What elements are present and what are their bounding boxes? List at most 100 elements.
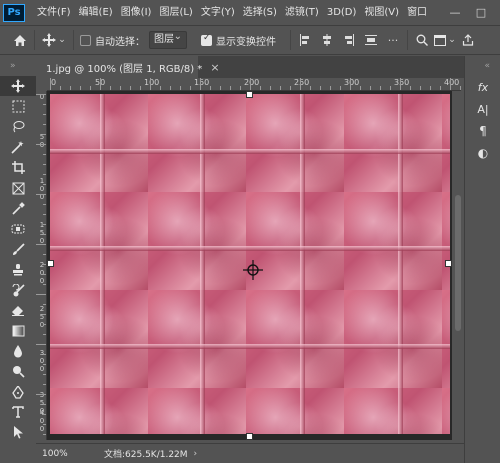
menu-filter[interactable]: 滤镜(T) [281,0,323,25]
frame-tool-button[interactable] [0,178,36,198]
home-icon[interactable] [12,31,28,49]
align-left-icon[interactable] [297,31,313,49]
ruler-top: 0 50 100 150 200 250 300 350 400 450 [47,78,461,91]
share-icon[interactable] [460,31,476,49]
photoshop-logo: Ps [3,3,25,22]
menu-type[interactable]: 文字(Y) [197,0,239,25]
status-menu-icon[interactable]: › [194,449,198,459]
ruler-tick [70,86,71,90]
ruler-tick [200,78,201,90]
ruler-tick [43,424,46,425]
gradient-tool-button[interactable] [0,321,36,341]
menu-window[interactable]: 窗口 [403,0,431,25]
ruler-left-label: 5 0 [39,133,45,149]
auto-select-target-dropdown[interactable]: 图层 [149,29,187,49]
magic-wand-tool-button[interactable] [0,137,36,157]
healing-brush-tool-button[interactable] [0,219,36,239]
marquee-tool-button[interactable] [0,96,36,116]
ruler-corner [36,78,47,91]
more-options-icon[interactable]: ··· [385,31,401,49]
show-transform-checkbox[interactable] [201,33,212,46]
character-panel-icon[interactable]: A| [465,98,500,120]
menu-image[interactable]: 图像(I) [117,0,156,25]
ruler-tick [240,86,241,90]
tools-panel [0,76,36,443]
auto-select-checkbox[interactable] [80,34,91,46]
adjustments-panel-icon[interactable]: ◐ [465,142,500,164]
distribute-icon[interactable] [363,31,379,49]
clone-stamp-tool-button[interactable] [0,260,36,280]
ruler-tick [43,214,46,215]
minimize-button[interactable]: — [446,0,464,25]
ruler-tick [390,86,391,90]
canvas-area[interactable] [47,91,452,440]
ruler-tick [43,174,46,175]
ruler-tick [43,254,46,255]
ruler-top-label: 200 [244,78,260,87]
transform-handle-right[interactable] [445,260,452,267]
scrollbar-thumb[interactable] [455,195,461,331]
pen-tool-button[interactable] [0,382,36,402]
move-tool-icon[interactable] [41,31,57,49]
crosshair-icon [243,260,263,280]
workspace-icon[interactable] [432,31,448,49]
document-tab-row: 1.jpg @ 100% (图层 1, RGB/8) * × [36,56,464,78]
blur-tool-button[interactable] [0,341,36,361]
transform-handle-left[interactable] [47,260,54,267]
paragraph-panel-icon[interactable]: ¶ [465,120,500,142]
zoom-level[interactable]: 100% [36,449,82,459]
menu-edit[interactable]: 编辑(E) [75,0,117,25]
type-tool-button[interactable] [0,402,36,422]
ruler-tick [230,86,231,90]
transform-handle-bottom[interactable] [246,433,253,440]
lasso-tool-button[interactable] [0,117,36,137]
brush-tool-button[interactable] [0,239,36,259]
ruler-tick [60,86,61,90]
ruler-tick [36,144,46,145]
crop-tool-button[interactable] [0,158,36,178]
ruler-tick [43,224,46,225]
menu-file[interactable]: 文件(F) [33,0,75,25]
ruler-tick [160,86,161,90]
ruler-tick [140,86,141,90]
align-center-icon[interactable] [319,31,335,49]
document-canvas[interactable] [50,94,450,434]
ruler-tick [270,86,271,90]
dodge-tool-button[interactable] [0,361,36,381]
ruler-tick [50,78,51,90]
ruler-tick [43,364,46,365]
ruler-tick [380,86,381,90]
align-right-icon[interactable] [341,31,357,49]
ruler-tick [43,334,46,335]
tools-collapse-icon[interactable]: » [0,56,36,76]
path-selection-tool-button[interactable] [0,423,36,443]
status-bar: 100% 文档:625.5K/1.22M › [36,443,464,463]
restore-button[interactable]: □ [472,0,490,25]
move-tool-button[interactable] [0,76,36,97]
layer-styles-icon[interactable]: fx [465,76,500,98]
ruler-tick [43,404,46,405]
ruler-left-label: 4 0 0 [39,409,45,433]
ruler-tick [260,86,261,90]
glass-grout-line [100,94,105,434]
history-brush-tool-button[interactable] [0,280,36,300]
ruler-tick [90,86,91,90]
search-icon[interactable] [414,31,430,49]
vertical-scrollbar[interactable] [452,91,464,440]
eyedropper-tool-button[interactable] [0,198,36,218]
main-menu: 文件(F) 编辑(E) 图像(I) 图层(L) 文字(Y) 选择(S) 滤镜(T… [33,0,431,25]
chevron-down-icon[interactable]: ⌄ [57,31,67,49]
menu-layer[interactable]: 图层(L) [155,0,196,25]
ruler-tick [180,86,181,90]
eraser-tool-button[interactable] [0,300,36,320]
menu-view[interactable]: 视图(V) [360,0,403,25]
panel-expand-icon[interactable]: « [465,56,500,76]
close-icon[interactable]: × [210,61,219,74]
chevron-down-icon[interactable]: ⌄ [448,31,456,49]
ruler-top-label: 350 [394,78,410,87]
menu-3d[interactable]: 3D(D) [323,0,361,25]
document-tab[interactable]: 1.jpg @ 100% (图层 1, RGB/8) * × [36,56,220,78]
transform-handle-top[interactable] [246,91,253,98]
menu-select[interactable]: 选择(S) [239,0,281,25]
ruler-tick [43,184,46,185]
